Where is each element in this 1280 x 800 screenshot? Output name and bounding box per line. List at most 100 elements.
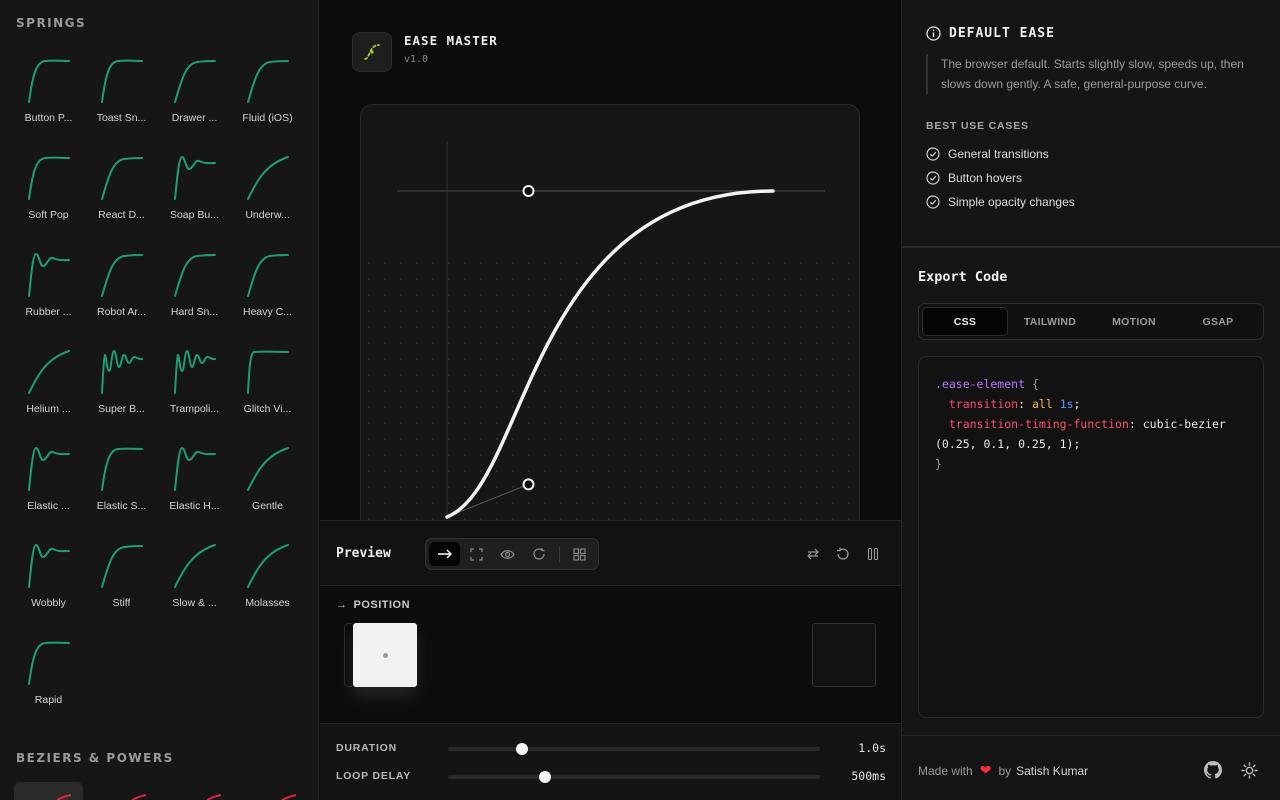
spring-curve-icon <box>173 446 216 491</box>
mode-opacity-button[interactable] <box>492 542 523 566</box>
spring-preset[interactable]: Elastic ... <box>12 436 85 533</box>
bezier-preset[interactable] <box>239 782 308 800</box>
beziers-grid <box>14 782 308 800</box>
replay-button[interactable] <box>832 543 854 565</box>
spring-curve-icon <box>173 349 216 394</box>
spring-preset[interactable]: Rapid <box>12 630 85 727</box>
app-version: v1.0 <box>404 54 429 65</box>
spring-curve-icon <box>100 254 143 297</box>
preview-mode-group <box>425 538 599 570</box>
duration-row: DURATION 1.0s <box>336 738 886 758</box>
spring-preset-label: Elastic S... <box>96 500 147 512</box>
spring-preset[interactable]: Robot Ar... <box>85 242 158 339</box>
eye-icon <box>500 549 515 559</box>
spring-preset-label: Rapid <box>34 694 63 706</box>
spring-preset[interactable]: Gentle <box>231 436 304 533</box>
spring-preset[interactable]: Rubber ... <box>12 242 85 339</box>
spring-preset[interactable]: Elastic H... <box>158 436 231 533</box>
spring-preset[interactable]: Wobbly <box>12 533 85 630</box>
ease-description: The browser default. Starts slightly slo… <box>926 54 1266 94</box>
start-position-outline <box>344 623 352 687</box>
handle-1-line <box>446 483 529 518</box>
bezier-curve-icon <box>131 794 146 800</box>
spring-preset[interactable]: Glitch Vi... <box>231 339 304 436</box>
spring-preset[interactable]: Slow & ... <box>158 533 231 630</box>
bezier-preset[interactable] <box>164 782 233 800</box>
spring-preset[interactable]: Molasses <box>231 533 304 630</box>
duration-slider-thumb[interactable] <box>516 743 529 755</box>
use-case-item: General transitions <box>926 142 1075 166</box>
export-tab-gsap[interactable]: GSAP <box>1176 307 1260 336</box>
spring-preset[interactable]: Soap Bu... <box>158 145 231 242</box>
spring-curve-icon <box>100 349 143 394</box>
github-button[interactable] <box>1203 760 1223 780</box>
spring-preset-label: Robot Ar... <box>96 306 147 318</box>
loop-delay-slider[interactable] <box>448 771 820 783</box>
spring-preset-label: Molasses <box>245 597 290 609</box>
spring-curve-icon <box>100 157 143 200</box>
spring-curve-icon <box>27 543 70 588</box>
spring-curve-icon <box>246 60 289 103</box>
duration-value: 1.0s <box>858 741 886 755</box>
spring-preset[interactable]: Trampoli... <box>158 339 231 436</box>
use-case-list: General transitions Button hovers Simple o… <box>926 142 1075 214</box>
export-tab-tailwind[interactable]: TAILWIND <box>1008 307 1092 336</box>
spring-preset[interactable]: Soft Pop <box>12 145 85 242</box>
mode-grid-button[interactable] <box>564 542 595 566</box>
control-point-1[interactable] <box>522 478 535 491</box>
made-with-text: Made with <box>918 763 973 778</box>
spring-preset[interactable]: Hard Sn... <box>158 242 231 339</box>
duration-slider[interactable] <box>448 743 820 755</box>
spring-preset[interactable]: Heavy C... <box>231 242 304 339</box>
spring-preset[interactable]: Helium ... <box>12 339 85 436</box>
spring-preset[interactable]: Super B... <box>85 339 158 436</box>
main-panel: EASE MASTER v1.0 Preview → POSITION DURA… <box>320 0 901 800</box>
preset-sidebar: SPRINGS Button P... Toast Sn... Drawer ...… <box>0 0 319 800</box>
code-close-brace: } <box>935 457 942 471</box>
loop-delay-slider-thumb[interactable] <box>538 771 551 783</box>
theme-toggle-button[interactable] <box>1239 760 1259 780</box>
bezier-preset[interactable] <box>89 782 158 800</box>
spring-preset[interactable]: Elastic S... <box>85 436 158 533</box>
code-block: .ease-element { transition: all 1s; tran… <box>918 356 1264 718</box>
code-prop-transition: transition <box>948 397 1019 411</box>
spring-preset-label: Underw... <box>245 209 290 221</box>
spring-preset[interactable]: Button P... <box>12 48 85 145</box>
export-tab-css[interactable]: CSS <box>922 307 1008 336</box>
export-tab-motion[interactable]: MOTION <box>1092 307 1176 336</box>
spring-preset-label: Super B... <box>98 403 145 415</box>
use-case-text: Simple opacity changes <box>948 195 1075 209</box>
target-position-box <box>812 623 876 687</box>
swap-button[interactable] <box>802 543 824 565</box>
mode-separator <box>558 546 560 562</box>
code-value-duration: 1s <box>1059 397 1074 411</box>
spring-preset[interactable]: Drawer ... <box>158 48 231 145</box>
spring-preset[interactable]: Stiff <box>85 533 158 630</box>
control-point-2[interactable] <box>522 185 535 197</box>
mode-scale-button[interactable] <box>460 542 491 566</box>
spring-preset[interactable]: Fluid (iOS) <box>231 48 304 145</box>
spring-curve-icon <box>27 446 70 491</box>
grid-icon <box>573 547 586 561</box>
spring-preset[interactable]: Toast Sn... <box>85 48 158 145</box>
spring-preset[interactable]: React D... <box>85 145 158 242</box>
timing-controls: DURATION 1.0s LOOP DELAY 500ms <box>320 723 901 800</box>
spring-curve-icon <box>27 641 70 685</box>
swap-arrows-icon <box>807 548 819 560</box>
box-center-dot <box>382 652 388 658</box>
bezier-curve-icon <box>56 794 71 800</box>
arrow-right-icon <box>437 549 452 559</box>
sun-icon <box>1240 761 1258 779</box>
spring-preset-label: Toast Sn... <box>96 112 147 124</box>
spring-preset-label: Slow & ... <box>172 597 217 609</box>
author-link[interactable]: Satish Kumar <box>1016 764 1088 778</box>
mode-rotate-button[interactable] <box>523 542 554 566</box>
github-icon <box>1204 761 1222 779</box>
app-title: EASE MASTER <box>404 33 498 48</box>
loop-delay-value: 500ms <box>851 769 886 783</box>
spring-preset[interactable]: Underw... <box>231 145 304 242</box>
mode-position-button[interactable] <box>429 542 461 566</box>
pause-button[interactable] <box>862 543 884 565</box>
bezier-preset[interactable] <box>14 782 83 800</box>
spring-preset-label: Elastic H... <box>169 500 220 512</box>
